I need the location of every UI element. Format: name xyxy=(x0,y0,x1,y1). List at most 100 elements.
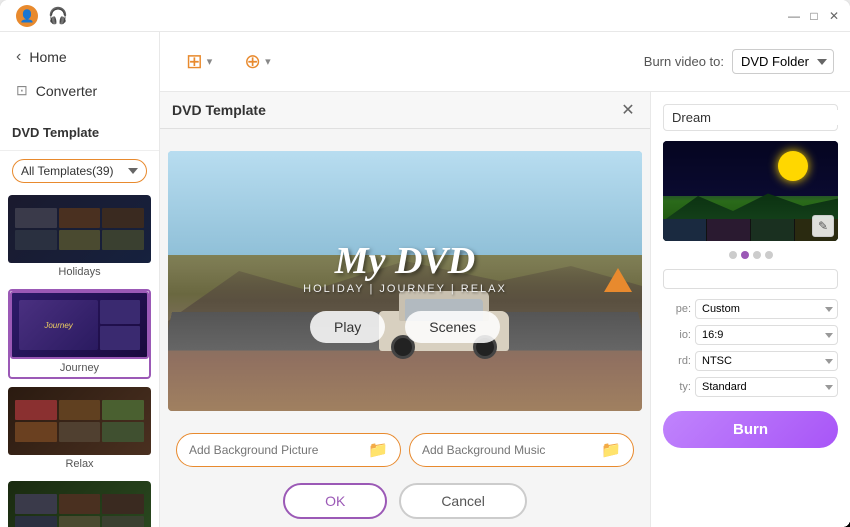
avatar-icon[interactable]: 👤 xyxy=(16,5,38,27)
preview-subtitle: HOLIDAY | JOURNEY | RELAX xyxy=(303,283,507,295)
dialog-content: DVD Template ✕ xyxy=(160,92,650,527)
thumb-cell xyxy=(102,494,144,514)
relax-cell xyxy=(59,400,101,420)
ratio-row: io: 16:9 4:3 xyxy=(663,325,838,345)
main-content: ⊞ ▾ ⊕ ▾ Burn video to: DVD Folder DVD Di… xyxy=(160,32,850,527)
template-label-relax: Relax xyxy=(8,455,151,473)
add-chapter-button[interactable]: ⊕ ▾ xyxy=(234,43,280,80)
toolbar: ⊞ ▾ ⊕ ▾ Burn video to: DVD Folder DVD Di… xyxy=(160,32,850,92)
relax-cell xyxy=(102,400,144,420)
edit-icon: ✎ xyxy=(818,219,828,233)
template-label-holidays: Holidays xyxy=(8,263,151,281)
bg-picture-input[interactable] xyxy=(189,443,368,457)
thumb-cell xyxy=(59,208,101,228)
standard-label: rd: xyxy=(663,355,691,367)
template-list: Holidays Journey Journey xyxy=(0,191,159,527)
night-sky xyxy=(663,141,838,196)
dvd-template-title: DVD Template xyxy=(0,115,159,151)
ok-button[interactable]: OK xyxy=(283,483,387,519)
right-panel: ▷ xyxy=(650,92,850,527)
thumb-cell xyxy=(59,230,101,250)
quality-row: ty: Standard High xyxy=(663,377,838,397)
preview-dots xyxy=(663,251,838,259)
search-input[interactable] xyxy=(672,110,848,125)
standard-select[interactable]: NTSC PAL xyxy=(695,351,838,371)
headset-icon[interactable]: 🎧 xyxy=(48,6,68,26)
dot-2[interactable] xyxy=(741,251,749,259)
minimize-button[interactable]: — xyxy=(786,8,802,24)
ratio-label: io: xyxy=(663,329,691,341)
dot-4[interactable] xyxy=(765,251,773,259)
add-chapter-icon: ⊕ xyxy=(244,49,261,74)
template-thumb-journey: Journey xyxy=(10,291,149,359)
template-item-journey[interactable]: Journey Journey xyxy=(8,289,151,379)
burn-to-section: Burn video to: DVD Folder DVD Disc ISO F… xyxy=(644,49,834,74)
template-filter-section: All Templates(39) Holiday Journey Relax xyxy=(0,151,159,191)
bg-music-input[interactable] xyxy=(422,443,601,457)
back-arrow-icon: ‹ xyxy=(16,48,21,66)
type-label: pe: xyxy=(663,303,691,315)
background-inputs: 📁 📁 xyxy=(160,433,650,475)
holidays-thumb-grid xyxy=(15,208,144,250)
preview-area: My DVD HOLIDAY | JOURNEY | RELAX Play Sc… xyxy=(160,129,650,433)
relax-cell xyxy=(15,400,57,420)
dialog-section: DVD Template ✕ xyxy=(160,92,850,527)
dialog-close-button[interactable]: ✕ xyxy=(618,100,638,120)
search-box: ▷ xyxy=(663,104,838,131)
dialog-action-buttons: OK Cancel xyxy=(160,475,650,527)
template-item-holiday2[interactable]: Happy Holidays xyxy=(8,481,151,527)
moon xyxy=(778,151,808,181)
relax-cell xyxy=(59,422,101,442)
folder-icon-music[interactable]: 📁 xyxy=(601,440,621,460)
ratio-select[interactable]: 16:9 4:3 xyxy=(695,325,838,345)
burn-to-select[interactable]: DVD Folder DVD Disc ISO File xyxy=(732,49,834,74)
title-bar: 👤 🎧 — □ ✕ xyxy=(0,0,850,32)
nav-section: ‹ Home ⊡ Converter xyxy=(0,32,159,115)
preview-action-buttons: Play Scenes xyxy=(310,311,500,343)
template-thumb-relax xyxy=(8,387,151,455)
right-panel-preview-thumb: ✎ xyxy=(663,141,838,241)
quality-select[interactable]: Standard High xyxy=(695,377,838,397)
preview-play-button[interactable]: Play xyxy=(310,311,385,343)
template-label-journey: Journey xyxy=(10,359,149,377)
dot-1[interactable] xyxy=(729,251,737,259)
template-item-holidays[interactable]: Holidays xyxy=(8,195,151,281)
relax-cell xyxy=(102,422,144,442)
add-chapter-label: ▾ xyxy=(265,55,271,68)
bg-picture-input-wrap: 📁 xyxy=(176,433,401,467)
maximize-button[interactable]: □ xyxy=(806,8,822,24)
converter-icon: ⊡ xyxy=(16,82,28,99)
settings-form: pe: Custom Standard io: 16:9 4:3 xyxy=(663,299,838,397)
type-select[interactable]: Custom Standard xyxy=(695,299,838,319)
edit-template-button[interactable]: ✎ xyxy=(812,215,834,237)
burn-button[interactable]: Burn xyxy=(663,411,838,448)
add-media-label: ▾ xyxy=(207,55,213,68)
preview-main-title: My DVD xyxy=(303,239,507,283)
add-media-icon: ⊞ xyxy=(186,49,203,74)
thumb-cell xyxy=(59,516,101,527)
preview-scenes-button[interactable]: Scenes xyxy=(405,311,500,343)
add-media-button[interactable]: ⊞ ▾ xyxy=(176,43,222,80)
thumb-cell xyxy=(15,516,57,527)
relax-cell xyxy=(15,422,57,442)
dialog-title: DVD Template xyxy=(172,102,266,118)
journey-main-cell: Journey xyxy=(19,300,99,350)
dot-3[interactable] xyxy=(753,251,761,259)
journey-side-cells xyxy=(100,300,140,350)
app-body: ‹ Home ⊡ Converter DVD Template All Temp… xyxy=(0,32,850,527)
cancel-button[interactable]: Cancel xyxy=(399,483,527,519)
folder-icon-picture[interactable]: 📁 xyxy=(368,440,388,460)
burn-to-label: Burn video to: xyxy=(644,54,724,69)
type-row: pe: Custom Standard xyxy=(663,299,838,319)
sidebar-item-converter[interactable]: ⊡ Converter xyxy=(0,74,159,107)
dvd-preview: My DVD HOLIDAY | JOURNEY | RELAX Play Sc… xyxy=(168,151,642,411)
sidebar-item-home[interactable]: ‹ Home xyxy=(0,40,159,74)
journey-side-cell xyxy=(100,300,140,324)
thumb-mini-1 xyxy=(663,219,706,241)
template-name-input[interactable] xyxy=(663,269,838,289)
template-filter-select[interactable]: All Templates(39) Holiday Journey Relax xyxy=(12,159,147,183)
close-button[interactable]: ✕ xyxy=(826,8,842,24)
thumb-cell xyxy=(15,208,57,228)
template-item-relax[interactable]: Relax xyxy=(8,387,151,473)
orange-triangle-indicator xyxy=(604,268,632,292)
